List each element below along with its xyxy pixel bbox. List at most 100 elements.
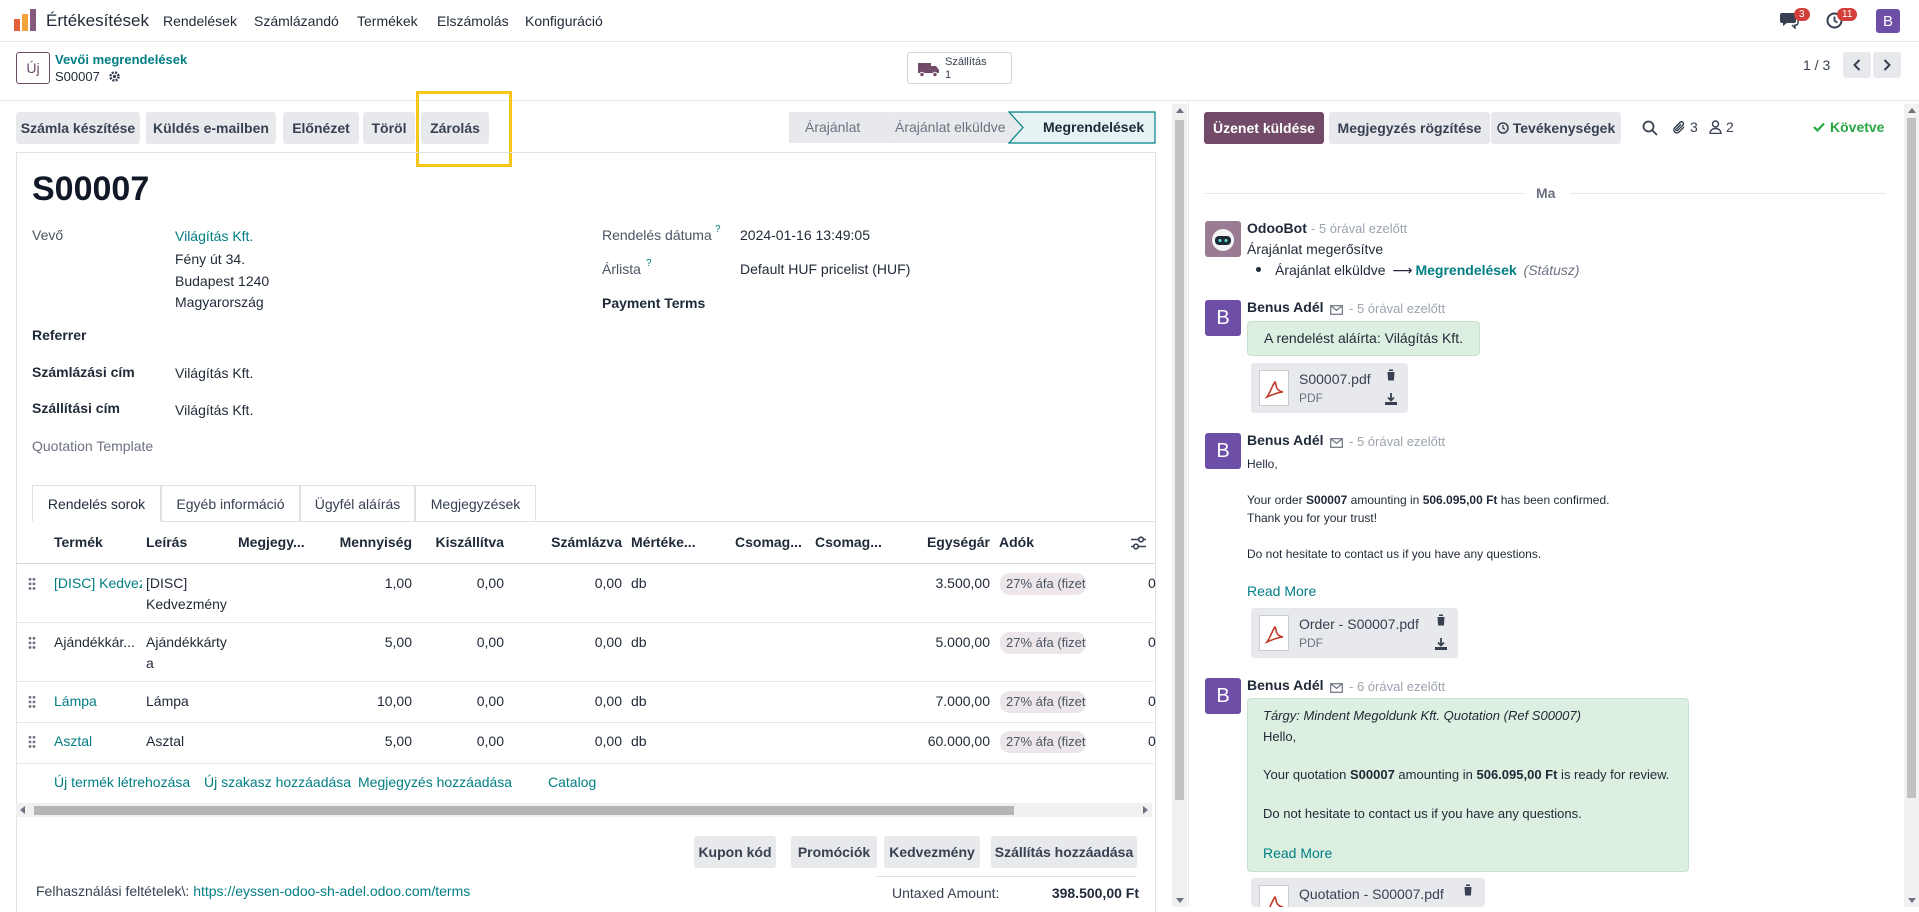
attachments-button[interactable]: 3 [1672,119,1704,137]
row-product[interactable]: [DISC] Kedvez [54,575,142,591]
chatter-vertical-scrollbar[interactable] [1904,104,1919,907]
table-horizontal-scrollbar[interactable] [16,803,1152,817]
add-section-link[interactable]: Új szakasz hozzáadása [204,774,351,790]
row-uom[interactable]: db [631,575,647,591]
row-description-1[interactable]: [DISC] [146,575,187,591]
row-delivered[interactable]: 0,00 [424,634,504,650]
preview-button[interactable]: Előnézet [283,112,359,144]
referrer-field[interactable] [175,322,555,346]
log-note-button[interactable]: Megjegyzés rögzítése [1329,112,1490,144]
row-invoiced[interactable]: 0,00 [542,575,622,591]
send-message-button[interactable]: Üzenet küldése [1204,112,1324,144]
attachment-card[interactable]: Order - S00007.pdf PDF [1251,608,1458,658]
add-shipping-button[interactable]: Szállítás hozzáadása [991,836,1137,868]
scroll-up-arrow-icon[interactable] [1176,108,1184,113]
author-avatar[interactable]: B [1205,433,1241,469]
trash-icon[interactable] [1463,884,1473,896]
pricelist-help-icon[interactable]: ? [646,258,652,269]
row-description-2[interactable]: a [146,655,154,671]
order-date-help-icon[interactable]: ? [715,224,721,235]
row-quantity[interactable]: 1,00 [332,575,412,591]
terms-link[interactable]: https://eyssen-odoo-sh-adel.odoo.com/ter… [193,883,470,899]
row-tax-badge[interactable]: 27% áfa (fizet [1000,573,1086,595]
read-more-link[interactable]: Read More [1263,845,1332,861]
row-delivered[interactable]: 0,00 [424,693,504,709]
row-unit-price[interactable]: 7.000,00 [910,693,991,709]
activities-button[interactable]: Tevékenységek [1491,112,1621,144]
table-row[interactable]: Ajándékkár... Ajándékkárty a 5,00 0,00 0… [16,623,1156,681]
scroll-up-arrow-icon[interactable] [1908,108,1916,113]
message-author[interactable]: OdooBot [1247,220,1307,236]
search-icon[interactable] [1642,120,1658,136]
col-uom[interactable]: Mértéke... [631,534,696,550]
discount-button[interactable]: Kedvezmény [884,836,980,868]
app-name[interactable]: Értékesítések [46,11,149,31]
col-taxes[interactable]: Adók [999,534,1034,550]
menu-termekek[interactable]: Termékek [357,13,418,29]
trash-icon[interactable] [1386,369,1396,381]
drag-handle-icon[interactable] [28,735,36,749]
invoice-address-field[interactable]: Világítás Kft. [175,365,253,381]
add-product-link[interactable]: Új termék létrehozása [54,774,190,790]
row-tax-badge[interactable]: 27% áfa (fizet [1000,632,1086,654]
row-product[interactable]: Ajándékkár... [54,634,142,650]
scroll-left-arrow-icon[interactable] [20,806,25,814]
download-icon[interactable] [1435,638,1447,650]
scrollbar-thumb[interactable] [34,806,1014,815]
row-unit-price[interactable]: 60.000,00 [910,733,990,749]
status-step-sales-order[interactable]: Megrendelések [1043,119,1144,135]
download-icon[interactable] [1385,393,1397,405]
menu-rendelesek[interactable]: Rendelések [163,13,237,29]
pager-value[interactable]: 1 / 3 [1803,57,1830,73]
app-logo-icon[interactable] [14,9,36,31]
col-package-2[interactable]: Csomag... [815,534,882,550]
read-more-link[interactable]: Read More [1247,583,1316,599]
status-step-quotation-sent[interactable]: Árajánlat elküldve [895,119,1006,135]
order-date-field[interactable]: 2024-01-16 13:49:05 [740,227,870,243]
col-quantity[interactable]: Mennyiség [332,534,412,550]
tab-notes[interactable]: Megjegyzések [415,485,536,522]
status-step-quotation[interactable]: Árajánlat [805,119,860,135]
table-row[interactable]: [DISC] Kedvez [DISC] Kedvezmény 1,00 0,0… [16,564,1156,622]
payment-terms-field[interactable] [740,290,1120,314]
col-product[interactable]: Termék [54,534,103,550]
following-button[interactable]: Követve [1813,119,1889,137]
drag-handle-icon[interactable] [28,577,36,591]
table-row[interactable]: Lámpa Lámpa 10,00 0,00 0,00 db 7.000,00 … [16,682,1156,722]
row-uom[interactable]: db [631,733,647,749]
attachment-card[interactable]: S00007.pdf PDF [1251,363,1408,413]
col-note[interactable]: Megjegy... [238,534,305,550]
scrollbar-thumb[interactable] [1907,118,1916,798]
drag-handle-icon[interactable] [28,636,36,650]
user-avatar[interactable]: B [1876,9,1900,33]
catalog-link[interactable]: Catalog [548,774,596,790]
attachment-card[interactable]: Quotation - S00007.pdf [1251,878,1485,907]
col-description[interactable]: Leírás [146,534,187,550]
row-invoiced[interactable]: 0,00 [542,693,622,709]
breadcrumb-parent[interactable]: Vevői megrendelések [55,52,187,67]
pager-next-button[interactable] [1873,52,1901,78]
message-author[interactable]: Benus Adél [1247,432,1324,448]
scrollbar-thumb[interactable] [1175,120,1184,800]
pricelist-field[interactable]: Default HUF pricelist (HUF) [740,261,910,277]
row-unit-price[interactable]: 5.000,00 [910,634,991,650]
create-invoice-button[interactable]: Számla készítése [16,112,140,144]
pager-prev-button[interactable] [1843,52,1871,78]
col-invoiced[interactable]: Számlázva [542,534,622,550]
scroll-down-arrow-icon[interactable] [1908,898,1916,903]
followers-button[interactable]: 2 [1709,119,1741,137]
author-avatar[interactable]: B [1205,300,1241,336]
row-description-1[interactable]: Lámpa [146,693,189,709]
row-uom[interactable]: db [631,634,647,650]
new-button[interactable]: Új [16,52,50,84]
menu-szamlazando[interactable]: Számlázandó [254,13,339,29]
row-invoiced[interactable]: 0,00 [542,634,622,650]
scroll-down-arrow-icon[interactable] [1176,898,1184,903]
message-author[interactable]: Benus Adél [1247,299,1324,315]
row-quantity[interactable]: 5,00 [332,733,412,749]
row-unit-price[interactable]: 3.500,00 [910,575,991,591]
menu-konfiguracio[interactable]: Konfiguráció [525,13,603,29]
delete-button[interactable]: Töröl [363,112,415,144]
col-delivered[interactable]: Kiszállítva [424,534,504,550]
customer-link[interactable]: Világítás Kft. [175,228,253,244]
